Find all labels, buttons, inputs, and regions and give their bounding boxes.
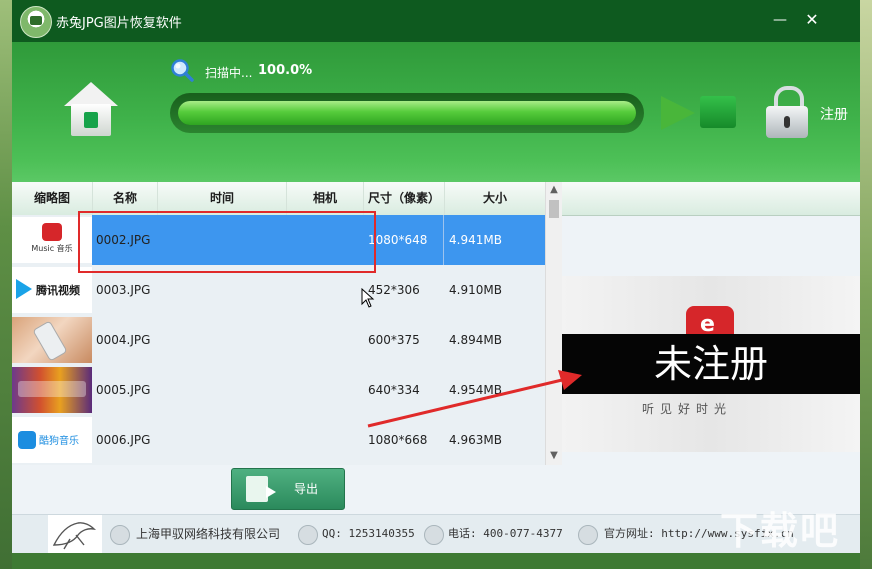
qq-icon [298, 525, 318, 545]
file-size: 4.941MB [449, 233, 502, 247]
export-button[interactable]: 导出 [231, 468, 345, 510]
mouse-cursor-icon [361, 288, 375, 308]
export-label: 导出 [294, 482, 319, 496]
scan-status: 扫描中... [205, 66, 253, 80]
table-row[interactable]: 酷狗音乐 0006.JPG 1080*668 4.963MB [12, 415, 545, 465]
home-icon[interactable] [64, 82, 118, 138]
file-size: 4.954MB [449, 383, 502, 397]
thumbnail-image [12, 367, 92, 413]
company-logo [48, 515, 102, 553]
file-dimensions: 1080*668 [368, 433, 428, 447]
file-size: 4.963MB [449, 433, 502, 447]
thumbnail-image: 腾讯视频 [12, 267, 92, 313]
app-logo-icon [20, 6, 52, 38]
close-button[interactable]: ✕ [802, 10, 822, 30]
annotation-highlight-box [78, 211, 376, 273]
company-icon [110, 525, 130, 545]
site-watermark: 下载吧 [720, 509, 841, 553]
toolbar: 扫描中... 100.0% 注册 [12, 42, 860, 182]
qq-number: QQ: 1253140355 [322, 527, 415, 540]
file-dimensions: 600*375 [368, 333, 420, 347]
table-row[interactable]: 0004.JPG 600*375 4.894MB [12, 315, 545, 365]
file-name: 0006.JPG [96, 433, 151, 447]
preview-caption: 听见好时光 [642, 402, 733, 416]
scroll-down-icon[interactable]: ▼ [546, 448, 562, 464]
column-header-dimensions[interactable]: 尺寸（像素） [364, 182, 445, 215]
company-name: 上海甲驭网络科技有限公司 [136, 527, 281, 541]
phone-icon [424, 525, 444, 545]
progress-fill [178, 101, 636, 125]
title-bar[interactable]: 赤兔JPG图片恢复软件 — ✕ [12, 0, 860, 42]
register-link[interactable]: 注册 [820, 104, 848, 124]
file-name: 0005.JPG [96, 383, 151, 397]
file-size: 4.894MB [449, 333, 502, 347]
scroll-thumb[interactable] [549, 200, 559, 218]
thumbnail-image: 酷狗音乐 [12, 417, 92, 463]
lock-icon[interactable] [766, 86, 808, 138]
window-title: 赤兔JPG图片恢复软件 [56, 16, 182, 31]
progress-percent: 100.0% [258, 63, 313, 78]
desktop-background-left [0, 0, 12, 569]
scrollbar[interactable]: ▲ ▼ [545, 182, 562, 465]
app-window: 赤兔JPG图片恢复软件 — ✕ 扫描中... 100.0% 注册 缩略图 名称 … [12, 0, 860, 553]
table-row[interactable]: 0005.JPG 640*334 4.954MB [12, 365, 545, 415]
unregistered-watermark: 未注册 [653, 342, 768, 386]
export-icon [246, 476, 276, 502]
image-preview: e 未注册 听见好时光 [562, 276, 860, 452]
stop-icon[interactable] [700, 96, 736, 128]
file-dimensions: 1080*648 [368, 233, 428, 247]
search-icon [171, 59, 194, 82]
scroll-up-icon[interactable]: ▲ [546, 182, 562, 198]
file-size: 4.910MB [449, 283, 502, 297]
column-header-size[interactable]: 大小 [445, 182, 545, 215]
website-icon [578, 525, 598, 545]
file-dimensions: 640*334 [368, 383, 420, 397]
progress-bar [170, 93, 644, 133]
phone-number: 电话: 400-077-4377 [448, 527, 563, 540]
thumbnail-image [12, 317, 92, 363]
play-icon[interactable] [661, 96, 695, 130]
desktop-background-right [860, 0, 872, 569]
preview-header [562, 182, 860, 216]
minimize-button[interactable]: — [770, 10, 790, 30]
file-name: 0004.JPG [96, 333, 151, 347]
